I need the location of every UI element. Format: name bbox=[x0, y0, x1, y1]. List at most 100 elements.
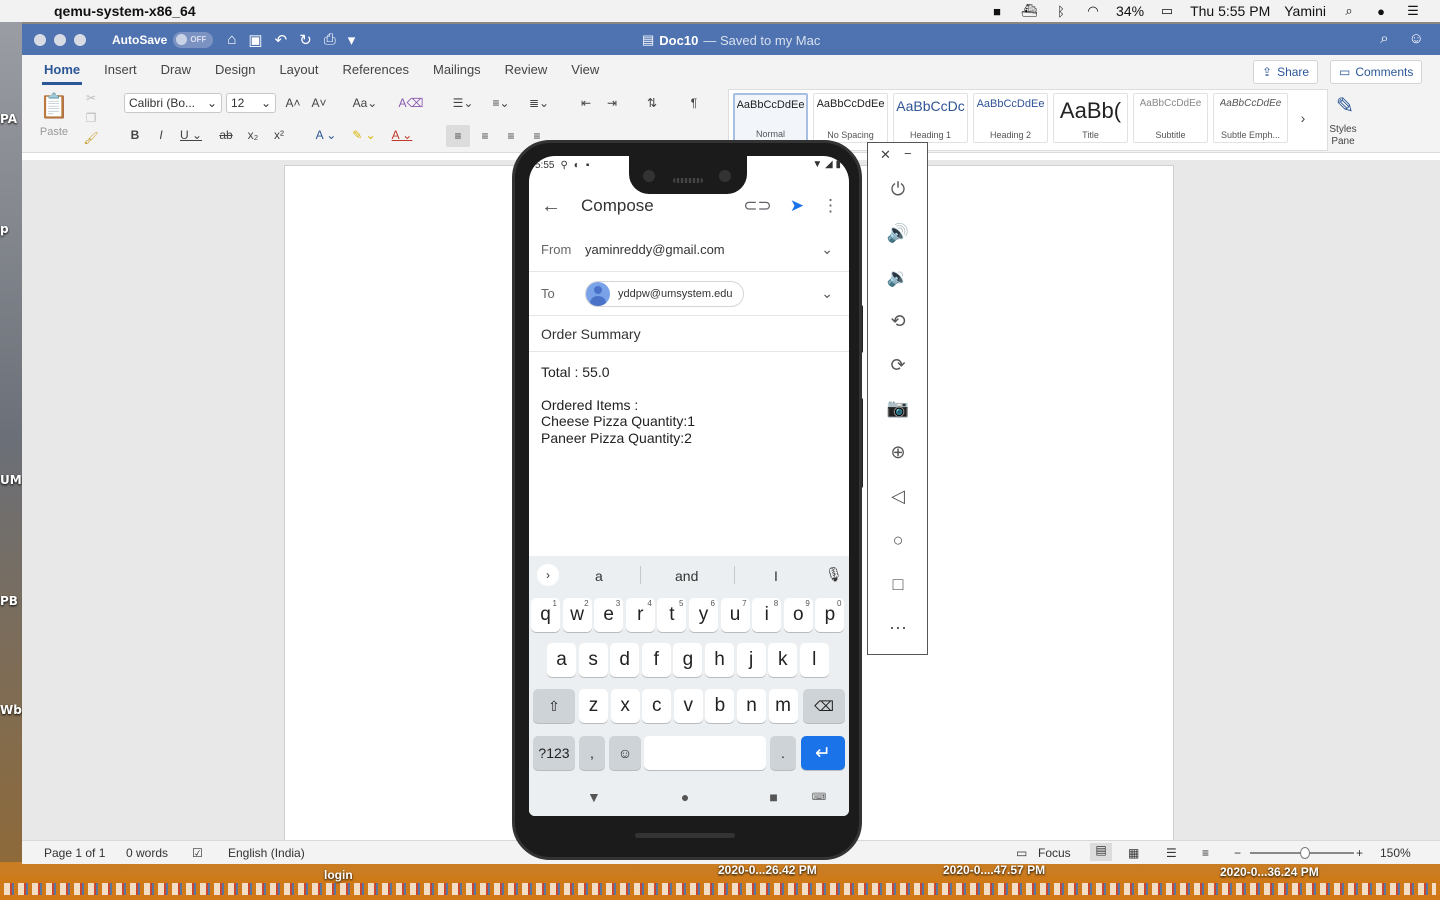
desktop-file[interactable]: 2020-0....47.57 PM bbox=[943, 863, 1045, 877]
enter-key[interactable]: ↵ bbox=[801, 736, 845, 770]
key-y[interactable]: y6 bbox=[689, 598, 718, 632]
style-no-spacing[interactable]: AaBbCcDdEe No Spacing bbox=[813, 93, 888, 143]
increase-indent-icon[interactable]: ⇥ bbox=[602, 93, 622, 113]
key-l[interactable]: l bbox=[799, 643, 829, 677]
send-icon[interactable]: ➤ bbox=[790, 196, 804, 216]
apple-icon[interactable] bbox=[20, 2, 38, 20]
bluetooth-icon[interactable]: ᛒ bbox=[1052, 4, 1070, 19]
key-t[interactable]: t5 bbox=[657, 598, 687, 632]
spotlight-search-icon[interactable]: ⌕ bbox=[1340, 3, 1358, 18]
key-z[interactable]: z bbox=[579, 689, 608, 723]
close-window-button[interactable] bbox=[34, 33, 46, 46]
key-b[interactable]: b bbox=[705, 689, 735, 723]
key-k[interactable]: k bbox=[768, 643, 798, 677]
key-d[interactable]: d bbox=[610, 643, 640, 677]
subscript-icon[interactable]: x₂ bbox=[244, 125, 262, 145]
siri-icon[interactable]: ● bbox=[1372, 4, 1390, 19]
chevron-down-icon[interactable]: ⌄ bbox=[821, 241, 833, 258]
key-g[interactable]: g bbox=[673, 643, 703, 677]
multilevel-list-icon[interactable]: ≣⌄ bbox=[524, 93, 554, 113]
key-e[interactable]: e3 bbox=[594, 598, 624, 632]
wifi-icon[interactable]: ◠ bbox=[1084, 3, 1102, 18]
chevron-right-icon[interactable]: › bbox=[1293, 93, 1313, 143]
key-f[interactable]: f bbox=[641, 643, 671, 677]
styles-pane-icon[interactable]: ✎ bbox=[1330, 91, 1360, 121]
shrink-font-icon[interactable]: A˅ bbox=[310, 93, 328, 113]
text-effects-icon[interactable]: A ⌄ bbox=[310, 125, 342, 145]
nav-recents-icon[interactable]: ■ bbox=[769, 789, 777, 805]
key-c[interactable]: c bbox=[642, 689, 672, 723]
zoom-slider-thumb[interactable] bbox=[1300, 847, 1310, 859]
share-button[interactable]: ⇪ Share bbox=[1253, 60, 1319, 84]
feedback-smiley-icon[interactable]: ☺ bbox=[1409, 30, 1424, 47]
highlight-icon[interactable]: ✎ ⌄ bbox=[348, 125, 380, 145]
align-left-icon[interactable]: ≡ bbox=[446, 125, 470, 147]
emoji-key[interactable]: ☺ bbox=[609, 736, 641, 770]
key-h[interactable]: h bbox=[705, 643, 734, 677]
zoom-level[interactable]: 150% bbox=[1380, 846, 1411, 860]
style-heading-2[interactable]: AaBbCcDdEe Heading 2 bbox=[973, 93, 1048, 143]
font-size-select[interactable]: 12 ⌄ bbox=[226, 93, 276, 113]
home-icon[interactable]: ⌂ bbox=[227, 31, 236, 49]
key-o[interactable]: o9 bbox=[783, 598, 813, 632]
comments-button[interactable]: ▭ Comments bbox=[1330, 60, 1423, 84]
chevron-down-icon[interactable]: ⌄ bbox=[821, 285, 833, 302]
more-icon[interactable]: ⋯ bbox=[886, 616, 910, 640]
tab-design[interactable]: Design bbox=[203, 62, 267, 85]
proofing-icon[interactable]: ☑ bbox=[192, 846, 203, 860]
close-icon[interactable]: ✕ bbox=[880, 147, 891, 163]
key-x[interactable]: x bbox=[610, 689, 640, 723]
tab-mailings[interactable]: Mailings bbox=[421, 62, 493, 85]
word-count[interactable]: 0 words bbox=[126, 846, 168, 860]
underline-icon[interactable]: U ⌄ bbox=[178, 125, 204, 145]
strikethrough-icon[interactable]: ab bbox=[216, 125, 236, 145]
dock-app-icons[interactable] bbox=[4, 883, 1436, 895]
symbols-key[interactable]: ?123 bbox=[533, 736, 575, 770]
style-heading-1[interactable]: AaBbCcDc Heading 1 bbox=[893, 93, 968, 143]
style-subtle-emphasis[interactable]: AaBbCcDdEe Subtle Emph... bbox=[1213, 93, 1288, 143]
zoom-meeting-icon[interactable]: ■ bbox=[988, 4, 1006, 19]
italic-icon[interactable]: I bbox=[152, 125, 170, 145]
suggestion-word[interactable]: I bbox=[774, 568, 778, 584]
rotate-right-icon[interactable]: ⟳ bbox=[886, 353, 910, 377]
align-center-icon[interactable]: ≡ bbox=[474, 125, 496, 147]
desktop-file[interactable]: 2020-0...36.24 PM bbox=[1220, 865, 1319, 879]
tab-draw[interactable]: Draw bbox=[149, 62, 203, 85]
key-r[interactable]: r4 bbox=[625, 598, 655, 632]
zoom-icon[interactable]: ⊕ bbox=[886, 440, 910, 464]
notification-center-icon[interactable]: ☰ bbox=[1404, 3, 1422, 18]
from-field[interactable]: From yaminreddy@gmail.com ⌄ bbox=[529, 228, 849, 272]
suggestion-word[interactable]: and bbox=[675, 568, 698, 584]
key-s[interactable]: s bbox=[578, 643, 608, 677]
align-right-icon[interactable]: ≡ bbox=[500, 125, 522, 147]
tab-insert[interactable]: Insert bbox=[92, 62, 149, 85]
change-case-icon[interactable]: Aa⌄ bbox=[350, 93, 380, 113]
focus-button[interactable]: Focus bbox=[1038, 846, 1071, 860]
zoom-out-icon[interactable]: − bbox=[1234, 846, 1241, 860]
rotate-left-icon[interactable]: ⟲ bbox=[886, 309, 910, 333]
keyboard-switch-icon[interactable]: ⌨ bbox=[812, 792, 826, 803]
home-icon[interactable]: ○ bbox=[886, 528, 910, 552]
overview-icon[interactable]: □ bbox=[886, 572, 910, 596]
key-j[interactable]: j bbox=[736, 643, 766, 677]
undo-icon[interactable]: ↶ bbox=[275, 31, 288, 49]
back-icon[interactable]: ◁ bbox=[886, 484, 910, 508]
key-q[interactable]: q1 bbox=[531, 598, 560, 632]
back-arrow-icon[interactable]: ← bbox=[541, 195, 561, 218]
tab-view[interactable]: View bbox=[559, 62, 611, 85]
to-field[interactable]: To yddpw@umsystem.edu ⌄ bbox=[529, 272, 849, 316]
chevron-right-icon[interactable]: › bbox=[537, 564, 559, 586]
bold-icon[interactable]: B bbox=[126, 125, 144, 145]
font-color-icon[interactable]: A ⌄ bbox=[386, 125, 418, 145]
style-subtitle[interactable]: AaBbCcDdEe Subtitle bbox=[1133, 93, 1208, 143]
copy-icon[interactable]: ❐ bbox=[84, 111, 98, 125]
suggestion-word[interactable]: a bbox=[595, 568, 603, 584]
outline-view-icon[interactable]: ☰ bbox=[1166, 846, 1177, 860]
paste-icon[interactable]: 📋 bbox=[34, 91, 74, 121]
volume-down-icon[interactable]: 🔉 bbox=[886, 265, 910, 289]
web-layout-icon[interactable]: ▦ bbox=[1128, 846, 1139, 860]
clear-formatting-icon[interactable]: A⌫ bbox=[399, 93, 424, 113]
camera-icon[interactable]: 📷 bbox=[886, 396, 910, 420]
battery-icon[interactable]: ▭ bbox=[1158, 3, 1176, 18]
email-body[interactable]: Total : 55.0 Ordered Items : Cheese Pizz… bbox=[541, 364, 695, 446]
